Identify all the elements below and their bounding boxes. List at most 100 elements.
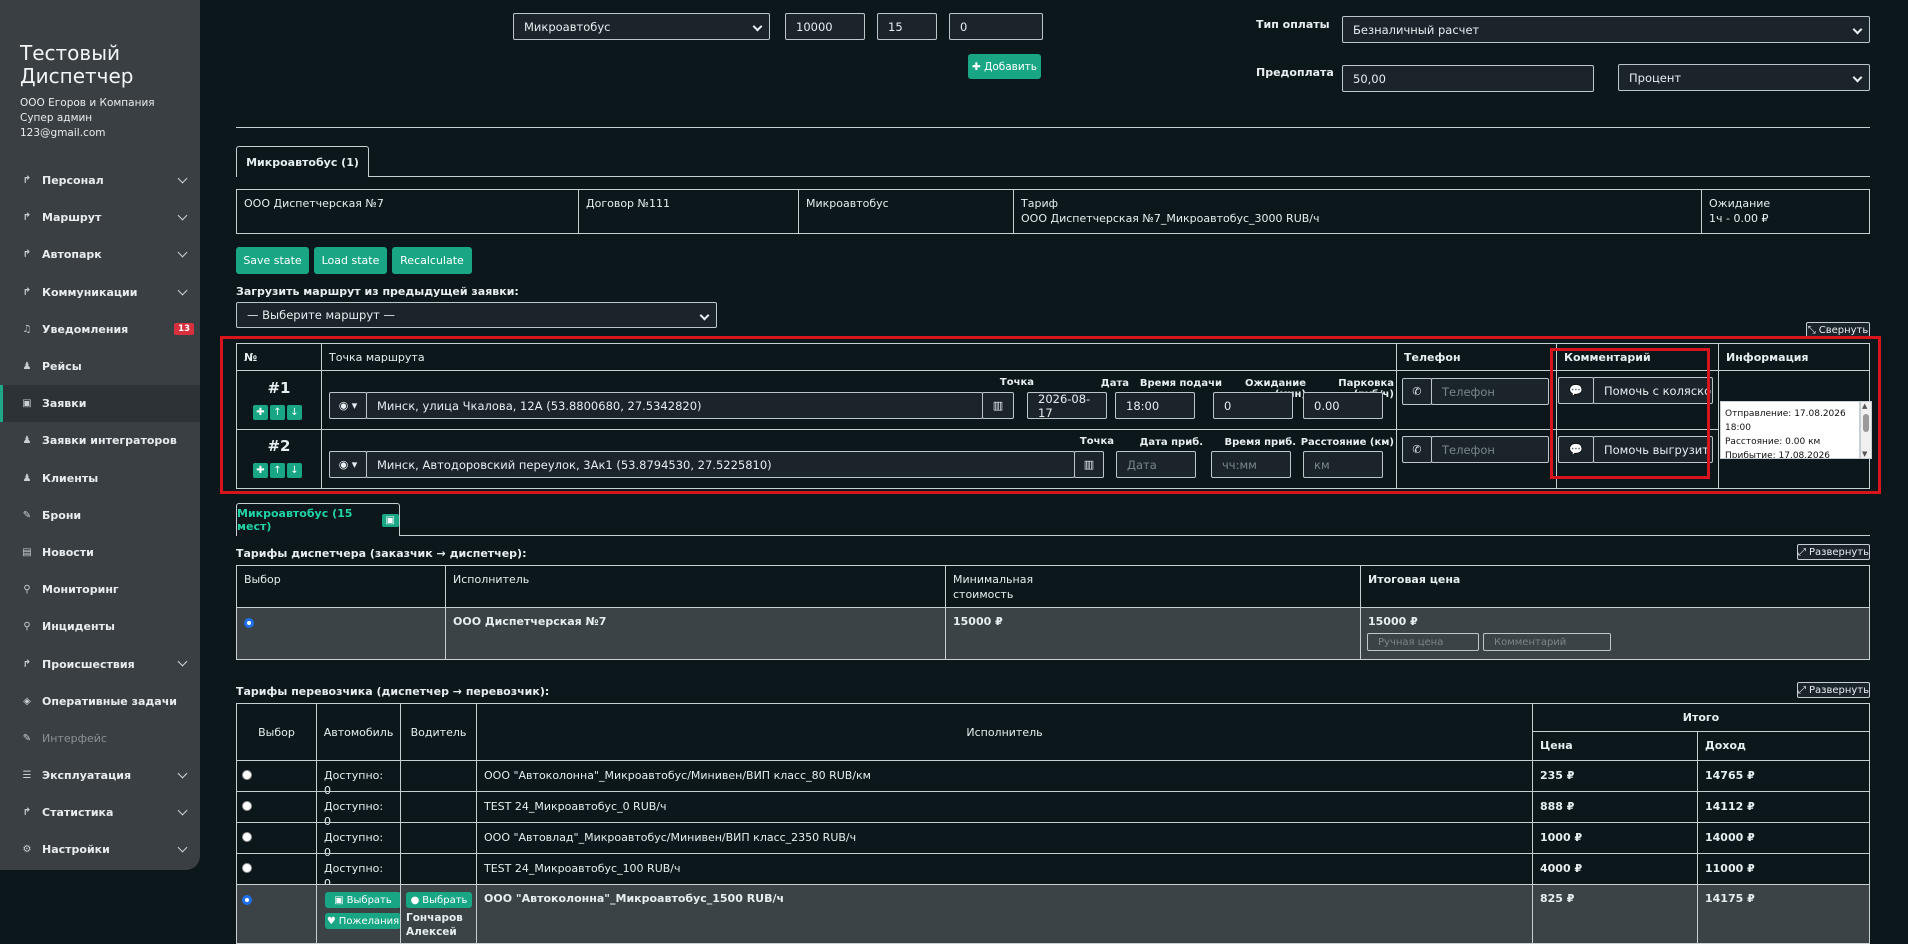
sidebar-item-13[interactable]: ↱ Происшествия — [0, 645, 200, 682]
chevron-down-icon — [177, 768, 188, 779]
sidebar-item-label: Заявки интеграторов — [42, 434, 177, 448]
price-input[interactable]: 10000 — [785, 13, 865, 40]
disp-row-executor: ООО Диспетчерская №7 — [445, 607, 946, 660]
carrier-row-price: 825 ₽ — [1532, 884, 1698, 944]
payment-type-select[interactable]: Безналичный расчет — [1342, 16, 1870, 43]
sidebar-item-label: Рейсы — [42, 360, 82, 374]
sidebar-item-1[interactable]: ↱ Маршрут — [0, 199, 200, 236]
sidebar-item-label: Интерфейс — [42, 731, 107, 745]
users-icon: ♟ — [22, 361, 32, 373]
gear-icon: ⚙ — [22, 844, 32, 856]
users-icon: ♟ — [22, 435, 32, 447]
prepay-unit-select[interactable]: Процент — [1618, 64, 1870, 91]
sidebar-item-9[interactable]: ✎ Брони — [0, 497, 200, 534]
pin-icon: ⚲ — [23, 621, 31, 633]
summary-contract: Договор №111 — [578, 189, 799, 234]
sidebar-item-2[interactable]: ↱ Автопарк — [0, 236, 200, 273]
brand-company: ООО Егоров и Компания — [20, 97, 155, 109]
chevron-down-icon — [177, 656, 188, 667]
carrier-row-radio[interactable] — [242, 895, 252, 905]
load-state-button[interactable]: Load state — [314, 247, 387, 274]
carrier-row-radio[interactable] — [242, 770, 252, 780]
carrier-row-car: Доступно: 0 — [316, 853, 401, 890]
sidebar-item-4[interactable]: ♫ Уведомления 13 — [0, 311, 200, 348]
carrier-row-income: 14112 ₽ — [1697, 791, 1870, 823]
sidebar-item-label: Эксплуатация — [42, 769, 132, 783]
sidebar-item-8[interactable]: ♟ Клиенты — [0, 460, 200, 497]
load-route-select[interactable]: — Выберите маршрут — — [236, 302, 717, 328]
carrier-row-driver — [400, 760, 477, 792]
sidebar-item-16[interactable]: ☰ Эксплуатация — [0, 757, 200, 794]
carrier-row-driver — [400, 791, 477, 823]
prepay-input[interactable]: 50,00 — [1342, 65, 1594, 92]
tab-seats[interactable]: Микроавтобус (15 мест) ▣ — [236, 503, 400, 536]
manual-price-input[interactable]: Ручная цена — [1367, 633, 1479, 651]
sidebar-item-7[interactable]: ♟ Заявки интеграторов — [0, 422, 200, 459]
news-icon: ▤ — [22, 546, 32, 558]
user-icon: ● — [410, 894, 420, 906]
carrier-row-price: 888 ₽ — [1532, 791, 1698, 823]
sidebar-item-12[interactable]: ⚲ Инциденты — [0, 608, 200, 645]
bell-icon: ♫ — [22, 323, 32, 335]
sidebar-item-3[interactable]: ↱ Коммуникации — [0, 274, 200, 311]
select-driver-button[interactable]: ● Выбрать — [406, 892, 472, 908]
recalculate-button[interactable]: Recalculate — [392, 247, 472, 274]
carrier-row-radio[interactable] — [242, 801, 252, 811]
disp-row-min-cost: 15000 ₽ — [945, 607, 1361, 660]
carrier-row-radio[interactable] — [242, 832, 252, 842]
carrier-row-executor: TEST 24_Микроавтобус_100 RUB/ч — [476, 853, 1533, 885]
sidebar-item-18[interactable]: ⚙ Настройки — [0, 831, 200, 868]
save-state-button[interactable]: Save state — [236, 247, 309, 274]
tab-underline — [369, 176, 1870, 177]
carrier-row-executor: TEST 24_Микроавтобус_0 RUB/ч — [476, 791, 1533, 823]
sidebar-item-10[interactable]: ▤ Новости — [0, 534, 200, 571]
brand-name: Тестовый Диспетчер — [20, 41, 134, 88]
sidebar-item-11[interactable]: ⚲ Мониторинг — [0, 571, 200, 608]
expand-dispatcher-button[interactable]: ⤢ Развернуть — [1797, 544, 1870, 560]
sidebar-item-5[interactable]: ♟ Рейсы — [0, 348, 200, 385]
sidebar: Тестовый Диспетчер ООО Егоров и Компания… — [0, 0, 200, 870]
brand-role: Супер админ — [20, 112, 93, 124]
select-car-button[interactable]: ▣ Выбрать — [325, 892, 401, 908]
sidebar-item-label: Клиенты — [42, 471, 99, 485]
extra-input[interactable]: 0 — [949, 13, 1043, 40]
expand-icon: ⤢ — [1797, 546, 1806, 558]
summary-vehicle: Микроавтобус — [798, 189, 1014, 234]
wishes-button[interactable]: ♥ Пожелания — [325, 913, 401, 929]
sidebar-item-17[interactable]: ↱ Статистика — [0, 794, 200, 831]
disp-comment-input[interactable]: Комментарий — [1483, 633, 1611, 651]
disp-row-total: 15000 ₽ — [1368, 615, 1418, 628]
sidebar-item-label: Брони — [42, 508, 82, 522]
add-button[interactable]: ✚ Добавить — [968, 54, 1041, 79]
divider — [236, 127, 1870, 128]
vehicle-type-select[interactable]: Микроавтобус — [513, 13, 770, 40]
sidebar-item-label: Коммуникации — [42, 285, 138, 299]
dispatcher-tariffs-title: Тарифы диспетчера (заказчик → диспетчер)… — [236, 547, 527, 560]
tab-vehicle[interactable]: Микроавтобус (1) — [236, 146, 369, 177]
expand-carrier-button[interactable]: ⤢ Развернуть — [1797, 682, 1870, 698]
carrier-row-income: 14000 ₽ — [1697, 822, 1870, 854]
carrier-row-executor: ООО "Автоколонна"_Микроавтобус_1500 RUB/… — [476, 884, 1533, 944]
sidebar-nav: ↱ Персонал ↱ Маршрут ↱ Автопарк ↱ Коммуникации ♫… — [0, 162, 200, 869]
brand-email: 123@gmail.com — [20, 127, 106, 139]
carrier-header-income: Доход — [1697, 731, 1870, 761]
carrier-row-radio[interactable] — [242, 863, 252, 873]
sidebar-item-14[interactable]: ◈ Оперативные задачи — [0, 683, 200, 720]
sidebar-item-label: Заявки — [42, 397, 87, 411]
carrier-row-income: 11000 ₽ — [1697, 853, 1870, 885]
chevron-down-icon — [1852, 24, 1863, 35]
sidebar-item-6[interactable]: ▣ Заявки — [0, 385, 200, 423]
edit-icon: ✎ — [22, 732, 32, 744]
menu-icon: ☰ — [22, 770, 32, 782]
payment-type-label: Тип оплаты — [1256, 18, 1330, 31]
sidebar-item-15[interactable]: ✎ Интерфейс — [0, 720, 200, 757]
seats-input[interactable]: 15 — [877, 13, 937, 40]
disp-row-radio[interactable] — [244, 618, 254, 628]
notification-badge: 13 — [174, 322, 194, 335]
chevron-down-icon — [177, 285, 188, 296]
chevron-down-icon — [177, 805, 188, 816]
sidebar-item-0[interactable]: ↱ Персонал — [0, 162, 200, 199]
disp-header-min-cost: Минимальная стоимость — [945, 565, 1361, 608]
chevron-down-icon — [177, 842, 188, 853]
main-content: Микроавтобус 10000 15 0 ✚ Добавить Тип о… — [220, 0, 1881, 944]
